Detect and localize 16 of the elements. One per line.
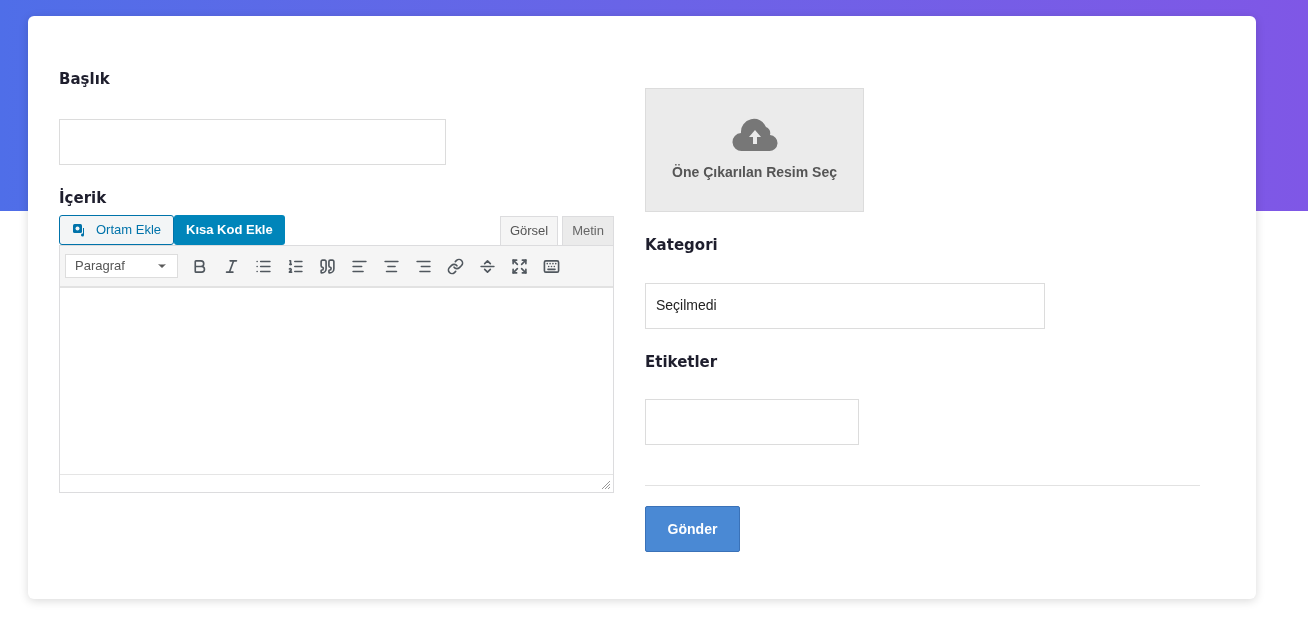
submit-button[interactable]: Gönder (645, 506, 740, 552)
featured-image-button[interactable]: Öne Çıkarılan Resim Seç (645, 88, 864, 212)
field-label: İçerik (59, 187, 108, 209)
field-label: Etiketler (645, 351, 719, 373)
field-label: Başlık (59, 69, 111, 90)
cloud-upload-icon (731, 117, 778, 152)
field-label: Kategori (645, 235, 719, 256)
add-media-button[interactable]: Ortam Ekle (59, 215, 174, 245)
add-shortcode-button[interactable]: Kısa Kod Ekle (174, 215, 285, 245)
category-select[interactable]: Seçilmedi (645, 282, 1045, 329)
editor-tab[interactable]: Metin (562, 216, 614, 245)
editor-tab[interactable]: Görsel (499, 216, 559, 245)
format-select[interactable]: Paragraf (65, 254, 178, 278)
title-input-field[interactable] (59, 118, 446, 165)
resize-handle-icon[interactable] (601, 480, 611, 490)
tags-input-field[interactable] (645, 399, 859, 445)
